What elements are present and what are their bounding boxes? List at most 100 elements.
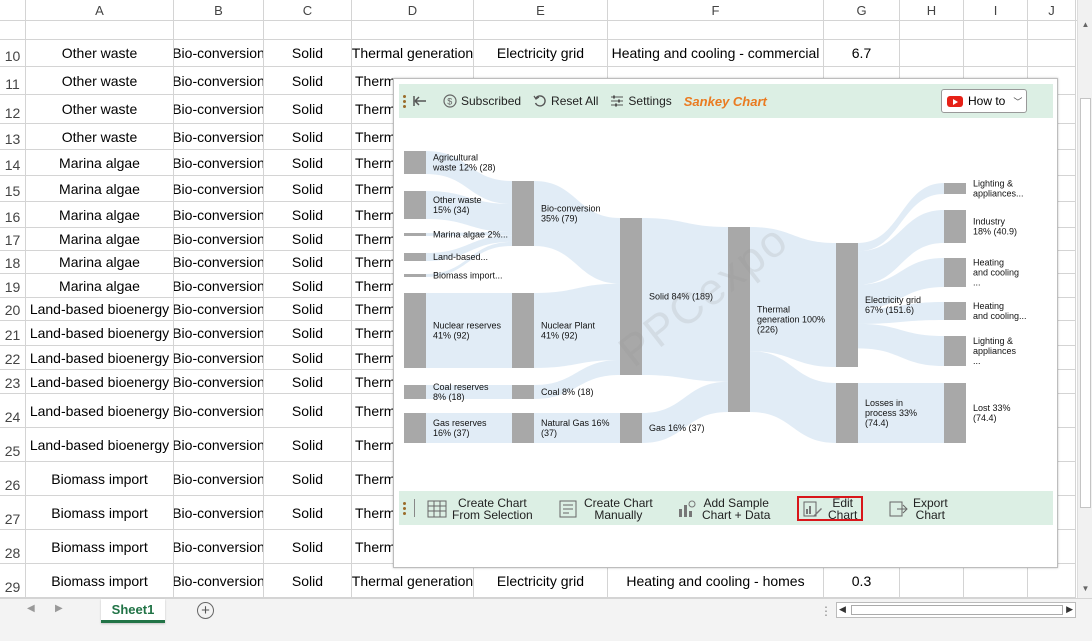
column-header-f[interactable]: F xyxy=(608,0,824,21)
cell[interactable]: Bio-conversion xyxy=(174,95,264,124)
cell[interactable] xyxy=(900,564,964,598)
cell[interactable]: Solid xyxy=(264,530,352,564)
cell[interactable]: Bio-conversion xyxy=(174,530,264,564)
cell[interactable]: Other waste xyxy=(26,95,174,124)
sheet-tab[interactable]: Sheet1 xyxy=(101,599,165,623)
row-header[interactable]: 10 xyxy=(0,40,26,67)
row-header[interactable]: 21 xyxy=(0,321,26,346)
subscribed-button[interactable]: $ Subscribed xyxy=(443,94,521,108)
vertical-scrollbar[interactable]: ▲ ▼ xyxy=(1077,0,1092,598)
cell[interactable]: Bio-conversion xyxy=(174,298,264,321)
horizontal-scrollbar[interactable]: ◀ ▶ xyxy=(836,602,1076,618)
column-header-i[interactable]: I xyxy=(964,0,1028,21)
cell[interactable]: Other waste xyxy=(26,124,174,150)
cell[interactable]: Marina algae xyxy=(26,228,174,251)
scroll-left-icon[interactable]: ◀ xyxy=(839,604,846,615)
scroll-right-icon[interactable]: ▶ xyxy=(1066,604,1073,615)
add-sheet-button[interactable]: + xyxy=(197,602,214,619)
cell[interactable]: Other waste xyxy=(26,67,174,95)
cell[interactable]: Bio-conversion xyxy=(174,321,264,346)
cell[interactable] xyxy=(1028,564,1076,598)
column-header-j[interactable]: J xyxy=(1028,0,1076,21)
cell[interactable]: Solid xyxy=(264,564,352,598)
cell[interactable]: Land-based bioenergy xyxy=(26,346,174,370)
sankey-node-marina[interactable] xyxy=(404,233,426,236)
row-header[interactable]: 15 xyxy=(0,176,26,202)
sankey-node-heating1[interactable] xyxy=(944,258,966,287)
row-header[interactable]: 23 xyxy=(0,370,26,394)
create-chart-from-selection-button[interactable]: Create Chart From Selection xyxy=(427,496,533,521)
cell[interactable]: Electricity grid xyxy=(474,40,608,67)
row-header[interactable]: 27 xyxy=(0,496,26,530)
cell[interactable]: Solid xyxy=(264,124,352,150)
cell[interactable]: Solid xyxy=(264,394,352,428)
cell[interactable]: Land-based bioenergy xyxy=(26,394,174,428)
cell[interactable]: Marina algae xyxy=(26,176,174,202)
row-header[interactable]: 18 xyxy=(0,251,26,274)
cell[interactable]: Solid xyxy=(264,274,352,298)
row-header[interactable]: 26 xyxy=(0,462,26,496)
sankey-node-lost[interactable] xyxy=(944,383,966,443)
row-header[interactable]: 19 xyxy=(0,274,26,298)
cell[interactable]: Solid xyxy=(264,176,352,202)
cell[interactable]: Solid xyxy=(264,462,352,496)
cell[interactable] xyxy=(1028,40,1076,67)
cell[interactable]: Marina algae xyxy=(26,202,174,228)
cell[interactable] xyxy=(824,21,900,40)
cell[interactable]: Solid xyxy=(264,202,352,228)
cell[interactable]: Bio-conversion xyxy=(174,202,264,228)
cell[interactable]: Bio-conversion xyxy=(174,150,264,176)
sankey-node-coal[interactable] xyxy=(512,385,534,399)
next-sheet-icon[interactable]: ▶ xyxy=(55,603,63,614)
cell[interactable]: Bio-conversion xyxy=(174,176,264,202)
row-header[interactable]: 20 xyxy=(0,298,26,321)
column-header-b[interactable]: B xyxy=(174,0,264,21)
sankey-link[interactable] xyxy=(534,181,620,284)
cell[interactable]: Solid xyxy=(264,228,352,251)
row-header[interactable]: 28 xyxy=(0,530,26,564)
cell[interactable]: Solid xyxy=(264,95,352,124)
cell[interactable]: 6.7 xyxy=(824,40,900,67)
sankey-node-heating2[interactable] xyxy=(944,302,966,320)
hscroll-thumb[interactable] xyxy=(851,605,1063,615)
row-header[interactable]: 14 xyxy=(0,150,26,176)
cell[interactable]: Solid xyxy=(264,150,352,176)
row-header[interactable]: 11 xyxy=(0,67,26,95)
cell[interactable]: Bio-conversion xyxy=(174,428,264,462)
cell[interactable]: Bio-conversion xyxy=(174,251,264,274)
row-header[interactable]: 17 xyxy=(0,228,26,251)
cell[interactable] xyxy=(964,564,1028,598)
sankey-link[interactable] xyxy=(642,381,728,443)
sankey-node-other[interactable] xyxy=(404,191,426,219)
edit-chart-button[interactable]: Edit Chart xyxy=(797,496,864,521)
cell[interactable]: Solid xyxy=(264,496,352,530)
cell[interactable] xyxy=(352,21,474,40)
cell[interactable] xyxy=(964,21,1028,40)
cell[interactable]: Bio-conversion xyxy=(174,346,264,370)
cell[interactable]: Solid xyxy=(264,298,352,321)
column-header-c[interactable]: C xyxy=(264,0,352,21)
select-all-corner[interactable] xyxy=(0,0,26,21)
cell[interactable] xyxy=(608,21,824,40)
cell[interactable]: Biomass import xyxy=(26,496,174,530)
cell[interactable]: Bio-conversion xyxy=(174,124,264,150)
sankey-node-bio[interactable] xyxy=(512,181,534,246)
export-chart-button[interactable]: Export Chart xyxy=(888,496,948,521)
drag-grip-icon[interactable] xyxy=(403,94,407,108)
row-header[interactable]: 25 xyxy=(0,428,26,462)
sankey-node-agri[interactable] xyxy=(404,151,426,174)
cell[interactable]: Solid xyxy=(264,40,352,67)
row-header[interactable]: 13 xyxy=(0,124,26,150)
sankey-node-gas_res[interactable] xyxy=(404,413,426,443)
cell[interactable]: Thermal generation xyxy=(352,40,474,67)
row-header[interactable] xyxy=(0,21,26,40)
row-header[interactable]: 29 xyxy=(0,564,26,598)
cell[interactable]: Land-based bioenergy xyxy=(26,370,174,394)
cell[interactable]: Bio-conversion xyxy=(174,370,264,394)
column-header-e[interactable]: E xyxy=(474,0,608,21)
column-header-d[interactable]: D xyxy=(352,0,474,21)
cell[interactable]: Bio-conversion xyxy=(174,394,264,428)
cell[interactable] xyxy=(26,21,174,40)
cell[interactable]: Land-based bioenergy xyxy=(26,321,174,346)
cell[interactable] xyxy=(900,40,964,67)
